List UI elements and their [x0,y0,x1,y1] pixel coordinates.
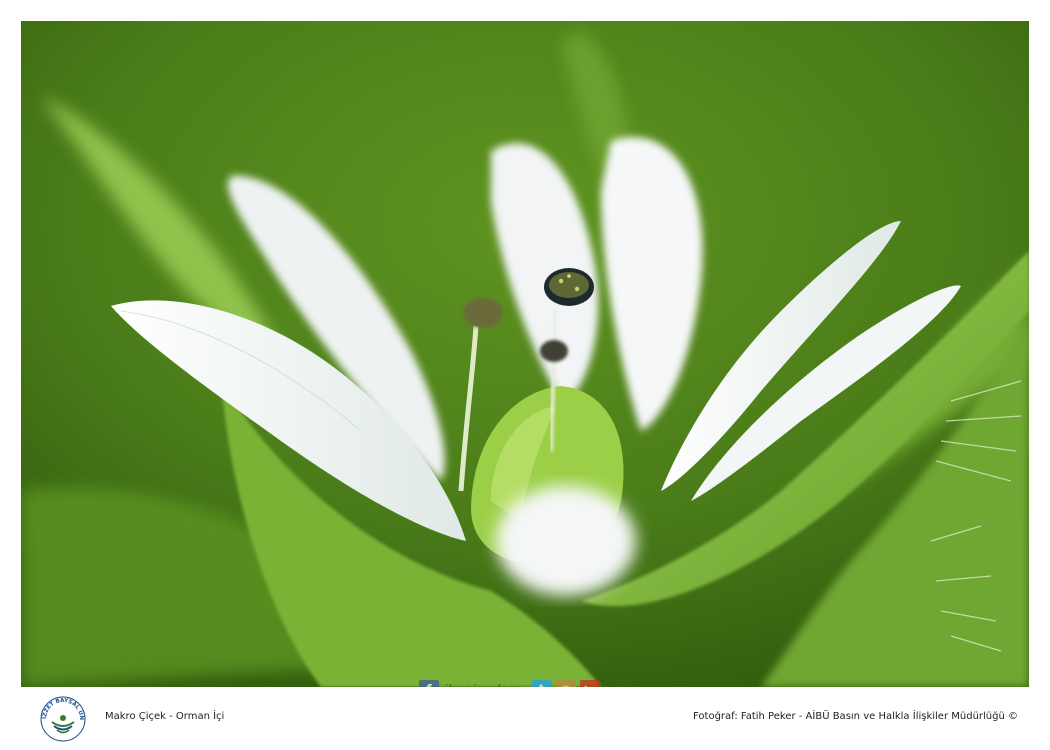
photo-credit: Fotoğraf: Fatih Peker - AİBÜ Basın ve Ha… [693,711,1018,722]
university-seal-icon: İZZET BAYSAL ÜNİVERSİTESİ [36,689,88,744]
twitter-icon[interactable]: t [531,680,552,687]
facebook-icon[interactable]: f [419,680,439,687]
macro-flower-photo: f ibuajandam t ◎ ▶ ibuajanda [21,21,1029,687]
flower-illustration [21,21,1029,687]
youtube-icon[interactable]: ▶ [579,680,600,687]
instagram-icon[interactable]: ◎ [555,680,576,687]
social-watermark: f ibuajandam t ◎ ▶ ibuajanda [419,678,676,687]
photo-title: Makro Çiçek - Orman İçi [105,711,225,722]
photo-footer: İZZET BAYSAL ÜNİVERSİTESİ Makro Çiçek - … [0,687,1050,750]
